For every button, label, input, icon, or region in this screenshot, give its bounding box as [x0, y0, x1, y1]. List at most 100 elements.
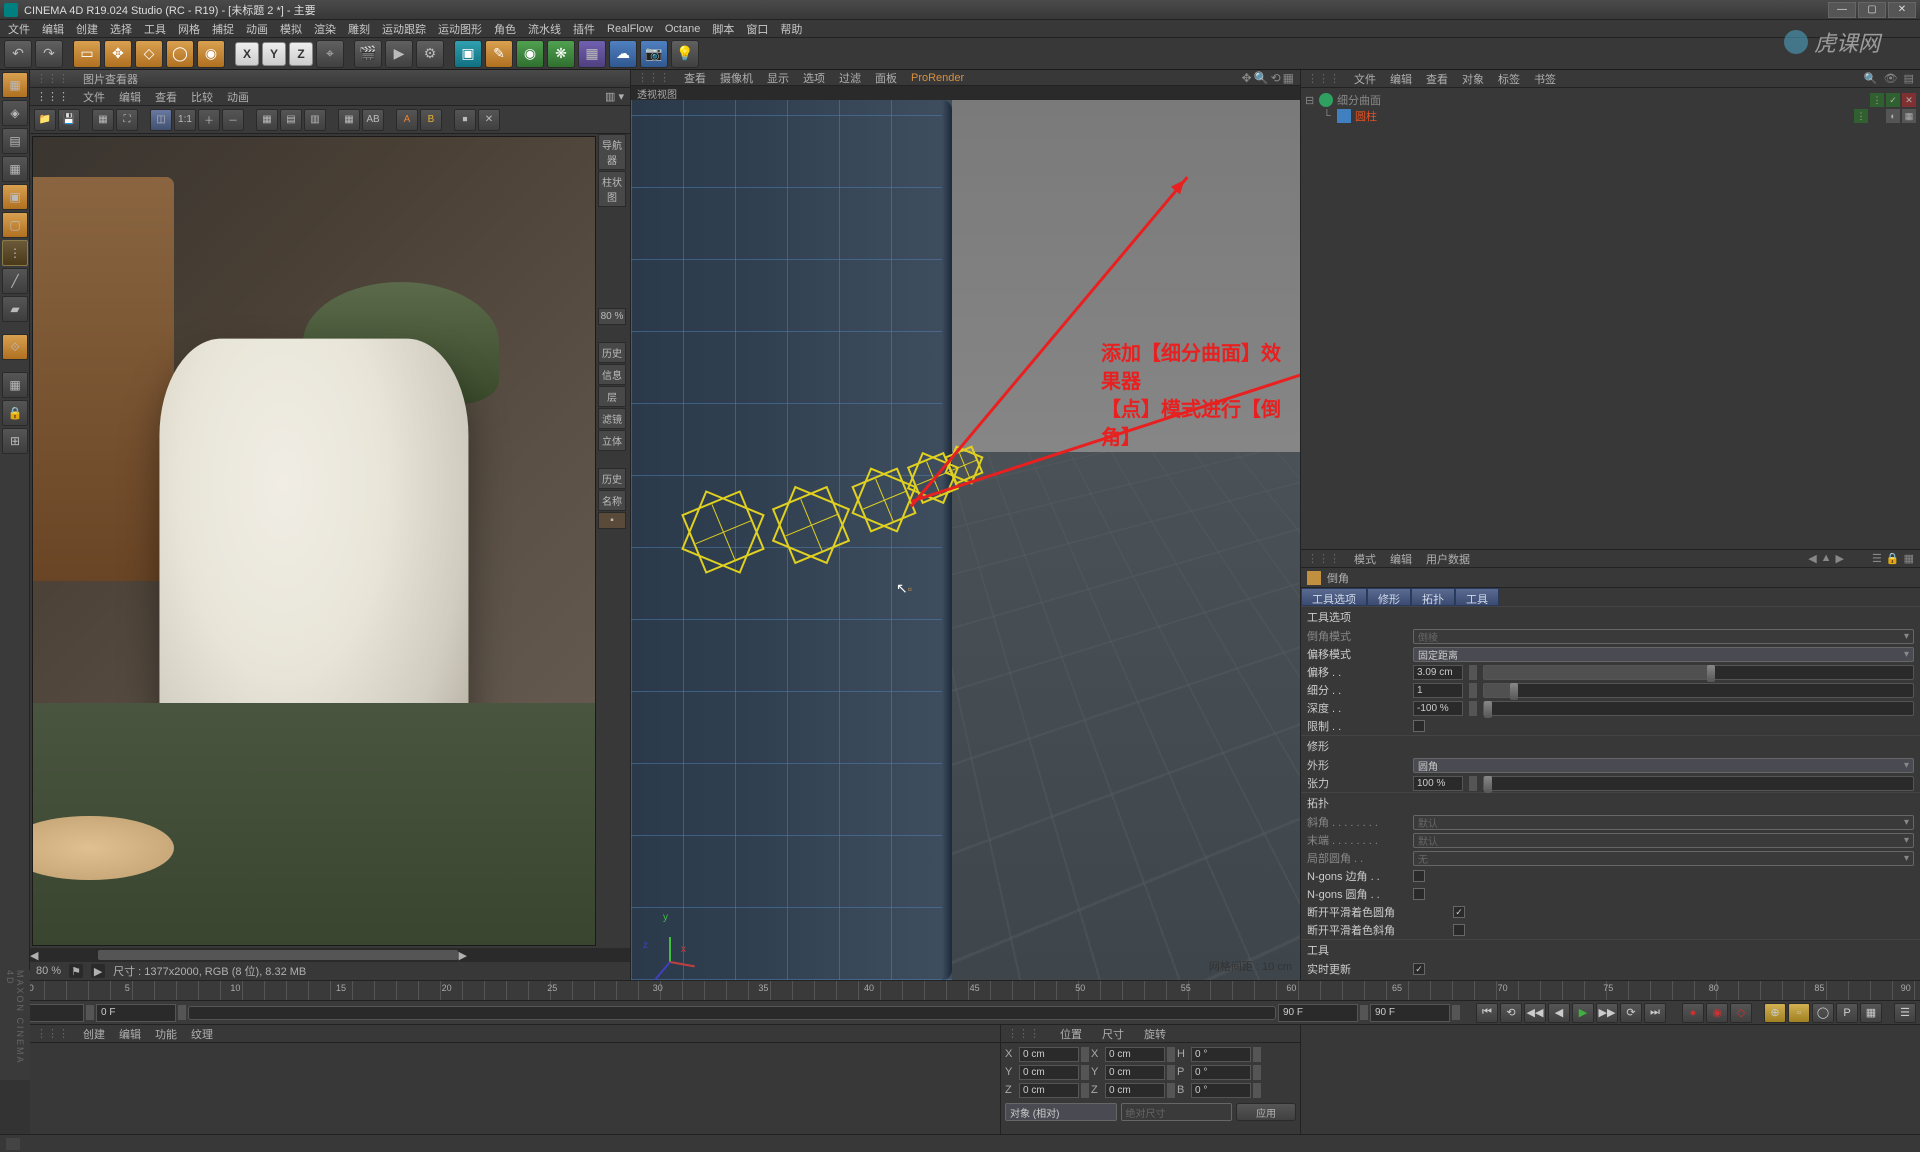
spinner-icon[interactable] [1469, 683, 1477, 698]
key-pos-icon[interactable]: ⊕ [1764, 1003, 1786, 1023]
pv-solid-tab[interactable]: 立体 [598, 430, 626, 451]
pv-menu-anim[interactable]: 动画 [227, 89, 249, 105]
render-settings-icon[interactable]: ⚙ [416, 40, 444, 68]
attr-up-icon[interactable]: ▲ [1821, 552, 1832, 565]
size-y[interactable] [1105, 1065, 1165, 1080]
light-icon[interactable]: 💡 [671, 40, 699, 68]
apply-button[interactable]: 应用 [1236, 1103, 1296, 1121]
frame-range-end[interactable]: 90 F [1278, 1004, 1358, 1022]
chk-limit[interactable] [1413, 720, 1425, 732]
pv-ab-icon[interactable]: AB [362, 109, 384, 131]
menu-mograph[interactable]: 运动图形 [438, 21, 482, 37]
size-z[interactable] [1105, 1083, 1165, 1098]
slider-subdivision[interactable] [1483, 683, 1914, 698]
menu-realflow[interactable]: RealFlow [607, 23, 653, 35]
pv-zoom-in-icon[interactable]: ＋ [198, 109, 220, 131]
pos-x[interactable] [1019, 1047, 1079, 1062]
pv-open-icon[interactable]: 📁 [34, 109, 56, 131]
attr-menu-mode[interactable]: 模式 [1354, 551, 1376, 567]
pv-channel-rgb-icon[interactable]: ▦ [256, 109, 278, 131]
autokey-icon[interactable]: ◉ [1706, 1003, 1728, 1023]
pv-menu-compare[interactable]: 比较 [191, 89, 213, 105]
environment-icon[interactable]: ☁ [609, 40, 637, 68]
pv-zoom-100-icon[interactable]: 1:1 [174, 109, 196, 131]
goto-start-icon[interactable]: ⏮ [1476, 1003, 1498, 1023]
menu-mesh[interactable]: 网格 [178, 21, 200, 37]
chk-break-bevel[interactable] [1453, 924, 1465, 936]
attr-next-icon[interactable]: ▶ [1836, 552, 1844, 565]
minimize-button[interactable]: — [1828, 2, 1856, 18]
pv-hist-tab[interactable]: 历史 [598, 342, 626, 363]
key-options-icon[interactable]: ☰ [1894, 1003, 1916, 1023]
pv-info-tab[interactable]: 信息 [598, 364, 626, 385]
om-menu-objects[interactable]: 对象 [1462, 71, 1484, 87]
edge-mode-icon[interactable]: ╱ [2, 268, 28, 294]
om-menu-tags[interactable]: 标签 [1498, 71, 1520, 87]
menu-tools[interactable]: 工具 [144, 21, 166, 37]
record-icon[interactable]: ● [1682, 1003, 1704, 1023]
maximize-button[interactable]: ▢ [1858, 2, 1886, 18]
spinner-icon[interactable] [1360, 1005, 1368, 1020]
cube-primitive-icon[interactable]: ▣ [454, 40, 482, 68]
attr-menu-edit[interactable]: 编辑 [1390, 551, 1412, 567]
menu-select[interactable]: 选择 [110, 21, 132, 37]
pos-z[interactable] [1019, 1083, 1079, 1098]
live-select-icon[interactable]: ▭ [73, 40, 101, 68]
size-x[interactable] [1105, 1047, 1165, 1062]
polygon-mode-icon[interactable]: ▰ [2, 296, 28, 322]
pv-clear-icon[interactable]: ✕ [478, 109, 500, 131]
dd-shape[interactable]: 圆角 [1413, 758, 1914, 773]
menu-create[interactable]: 创建 [76, 21, 98, 37]
om-menu-bookmarks[interactable]: 书签 [1534, 71, 1556, 87]
coord-system-icon[interactable]: ⌖ [316, 40, 344, 68]
pv-fullscreen-icon[interactable]: ⛶ [116, 109, 138, 131]
vp-menu-panel[interactable]: 面板 [875, 70, 897, 86]
chk-realtime[interactable]: ✓ [1413, 963, 1425, 975]
loop-icon[interactable]: ⟲ [1500, 1003, 1522, 1023]
pv-filter-tab[interactable]: 滤镜 [598, 408, 626, 429]
pv-filter-b-icon[interactable]: B [420, 109, 442, 131]
menu-octane[interactable]: Octane [665, 23, 700, 35]
workplane-icon[interactable]: ▦ [2, 156, 28, 182]
rotate-icon[interactable]: ◯ [166, 40, 194, 68]
menu-plugins[interactable]: 插件 [573, 21, 595, 37]
enabled-tag[interactable]: ✓ [1886, 93, 1900, 107]
rot-h[interactable] [1191, 1047, 1251, 1062]
axis-y-button[interactable]: Y [262, 42, 286, 66]
pos-y[interactable] [1019, 1065, 1079, 1080]
chk-ngons-edge[interactable] [1413, 870, 1425, 882]
make-editable-icon[interactable]: ▦ [2, 72, 28, 98]
spinner-icon[interactable] [1469, 701, 1477, 716]
attr-lock-icon[interactable]: 🔒 [1886, 552, 1900, 565]
menu-animate[interactable]: 动画 [246, 21, 268, 37]
mat-menu-create[interactable]: 创建 [83, 1026, 105, 1042]
generator-icon[interactable]: ❋ [547, 40, 575, 68]
close-button[interactable]: ✕ [1888, 2, 1916, 18]
subdivision-icon[interactable]: ◉ [516, 40, 544, 68]
tree-item-sds[interactable]: ⊟ 细分曲面 ⋮ ✓ ✕ [1305, 92, 1916, 108]
menu-simulate[interactable]: 模拟 [280, 21, 302, 37]
pen-tool-icon[interactable]: ✎ [485, 40, 513, 68]
chk-ngons-circ[interactable] [1413, 888, 1425, 900]
vp-nav-move-icon[interactable]: ✥ [1242, 71, 1252, 85]
pv-hist2-tab[interactable]: 历史 [598, 468, 626, 489]
key-rot-icon[interactable]: ◯ [1812, 1003, 1834, 1023]
menu-file[interactable]: 文件 [8, 21, 30, 37]
spinner-icon[interactable] [1452, 1005, 1460, 1020]
vp-nav-rotate-icon[interactable]: ⟲ [1271, 71, 1281, 85]
tab-shaping[interactable]: 修形 [1367, 588, 1411, 606]
vp-menu-prorender[interactable]: ProRender [911, 72, 964, 84]
om-filter-icon[interactable]: ▤ [1904, 72, 1914, 85]
deformer-icon[interactable]: ▦ [578, 40, 606, 68]
prev-frame-icon[interactable]: ◀◀ [1524, 1003, 1546, 1023]
vp-menu-options[interactable]: 选项 [803, 70, 825, 86]
key-pla-icon[interactable]: ▦ [1860, 1003, 1882, 1023]
vp-nav-zoom-icon[interactable]: 🔍 [1254, 71, 1269, 85]
viewport-3d[interactable]: 添加【细分曲面】效果器 【点】模式进行【倒角】 ↖▫ y x z 网格间距 : … [631, 100, 1300, 980]
model-mode-icon[interactable]: ◈ [2, 100, 28, 126]
pv-channel-s-icon[interactable]: ▥ [304, 109, 326, 131]
uvw-tag[interactable]: ▦ [1902, 109, 1916, 123]
tree-item-cylinder[interactable]: └ 圆柱 ⋮ ◐ ▦ [1305, 108, 1916, 124]
texture-mode-icon[interactable]: ▤ [2, 128, 28, 154]
om-menu-file[interactable]: 文件 [1354, 71, 1376, 87]
